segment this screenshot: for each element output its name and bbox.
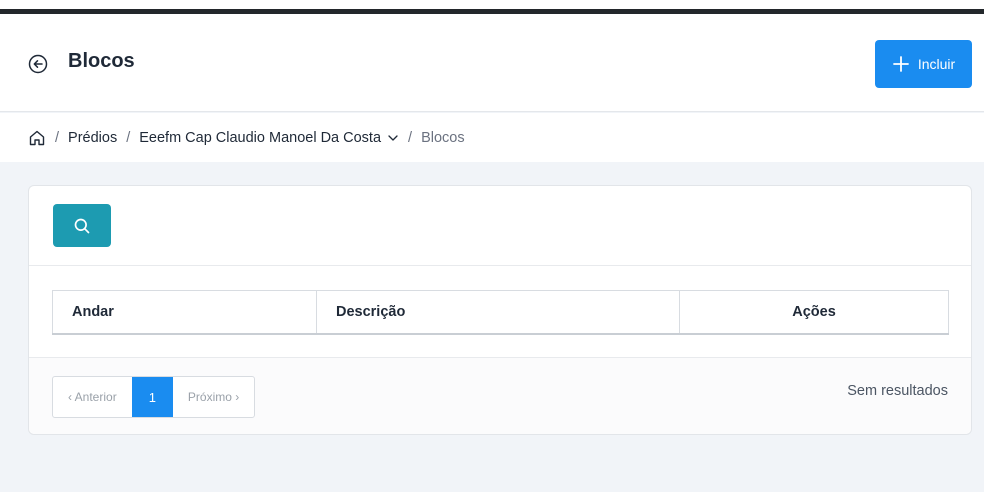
add-button-label: Incluir [917,56,956,72]
chevron-down-icon [388,134,398,141]
breadcrumb-item-current: Blocos [421,129,465,146]
breadcrumb-item-predios[interactable]: Prédios [68,130,117,146]
pagination-previous[interactable]: ‹ Anterior [53,377,132,417]
data-table: Andar Descrição Ações [52,290,949,335]
pagination-next[interactable]: Próximo › [173,377,254,417]
home-icon[interactable] [28,129,46,147]
back-arrow-icon[interactable] [28,54,48,74]
pagination-page-1[interactable]: 1 [131,377,173,417]
column-header-acoes: Ações [679,290,949,335]
column-header-descricao[interactable]: Descrição [316,290,680,335]
breadcrumb-separator: / [408,129,413,146]
results-count: Sem resultados [847,383,948,399]
search-toolbar [29,186,971,266]
table-container: Andar Descrição Ações [29,266,971,358]
pagination: ‹ Anterior 1 Próximo › [52,376,256,418]
search-button[interactable] [53,204,111,247]
table-footer: ‹ Anterior 1 Próximo › Sem resultados [29,358,971,434]
breadcrumb-separator: / [55,129,60,146]
breadcrumb-separator: / [126,129,131,146]
page-header: Blocos Incluir [0,14,984,112]
search-icon [74,218,90,233]
plus-icon [892,56,909,72]
breadcrumb: / Prédios / Eeefm Cap Claudio Manoel Da … [0,113,984,162]
column-header-andar[interactable]: Andar [52,290,317,335]
page-title: Blocos [68,50,135,72]
table-header-row: Andar Descrição Ações [52,290,949,335]
content-card: Andar Descrição Ações ‹ Anterior 1 Próxi… [28,185,972,435]
breadcrumb-item-school[interactable]: Eeefm Cap Claudio Manoel Da Costa [139,130,399,146]
breadcrumb-item-school-label: Eeefm Cap Claudio Manoel Da Costa [139,129,382,146]
add-button[interactable]: Incluir [875,40,972,88]
top-bar [0,0,984,14]
